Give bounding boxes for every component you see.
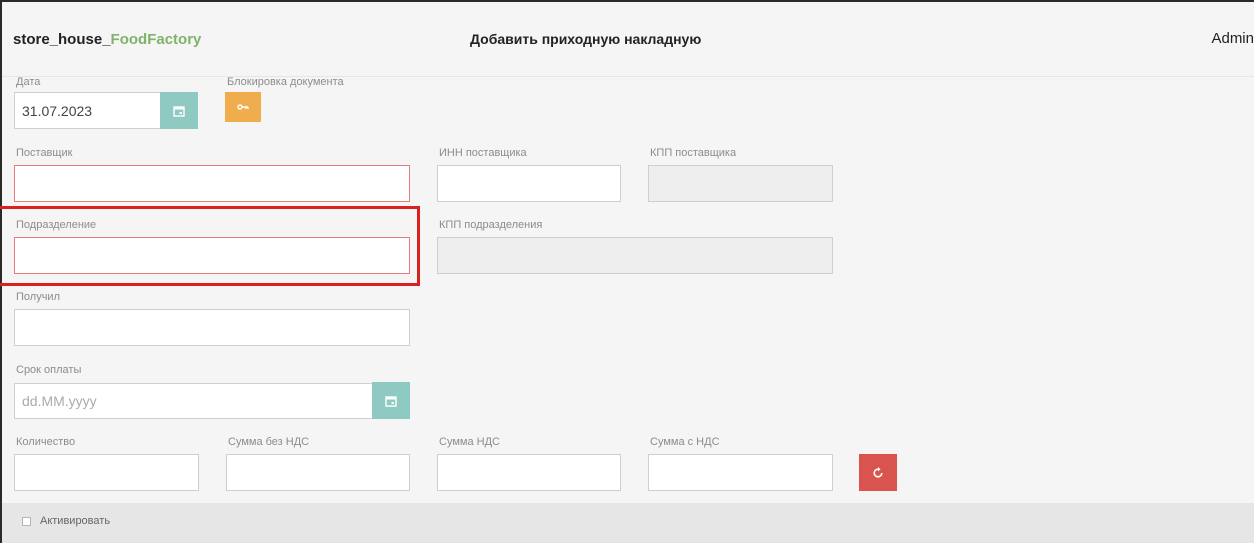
lock-document-button[interactable]	[225, 92, 261, 122]
payment-due-calendar-button[interactable]	[372, 382, 410, 419]
received-by-label: Получил	[16, 291, 60, 303]
brand-logo[interactable]: store_house_FoodFactory	[13, 31, 201, 48]
date-calendar-button[interactable]	[160, 92, 198, 129]
supplier-kpp-input	[648, 165, 833, 202]
sum-with-vat-label: Сумма с НДС	[650, 436, 720, 448]
payment-due-input[interactable]: dd.MM.yyyy	[14, 383, 374, 419]
quantity-label: Количество	[16, 436, 76, 448]
calendar-icon	[385, 395, 397, 407]
sum-with-vat-input[interactable]	[648, 454, 833, 491]
supplier-input[interactable]	[14, 165, 410, 202]
supplier-inn-input[interactable]	[437, 165, 621, 202]
key-icon	[237, 104, 249, 110]
sum-no-vat-label: Сумма без НДС	[228, 436, 310, 448]
user-menu[interactable]: Admin	[1211, 30, 1254, 47]
supplier-kpp-label: КПП поставщика	[650, 147, 737, 159]
supplier-label: Поставщик	[16, 147, 73, 159]
quantity-input[interactable]	[14, 454, 199, 491]
date-label: Дата	[16, 76, 41, 88]
reset-button[interactable]	[859, 454, 897, 491]
division-kpp-label: КПП подразделения	[439, 219, 543, 231]
brand-prefix: store_house_	[13, 31, 111, 48]
received-by-input[interactable]	[14, 309, 410, 346]
vat-sum-input[interactable]	[437, 454, 621, 491]
top-bar: store_house_FoodFactory Добавить приходн…	[2, 2, 1254, 77]
vat-sum-label: Сумма НДС	[439, 436, 500, 448]
sum-no-vat-input[interactable]	[226, 454, 410, 491]
activate-checkbox[interactable]	[22, 517, 31, 526]
activate-label[interactable]: Активировать	[40, 515, 110, 527]
reset-icon	[873, 466, 883, 478]
payment-due-label: Срок оплаты	[16, 364, 82, 376]
supplier-inn-label: ИНН поставщика	[439, 147, 527, 159]
highlight-box	[0, 206, 420, 286]
payment-due-placeholder: dd.MM.yyyy	[22, 393, 97, 409]
activate-bar: Активировать	[2, 503, 1254, 543]
calendar-icon	[173, 105, 185, 117]
date-input[interactable]: 31.07.2023	[14, 92, 162, 129]
division-kpp-input	[437, 237, 833, 274]
page-title: Добавить приходную накладную	[470, 31, 702, 47]
lock-label: Блокировка документа	[227, 76, 344, 88]
brand-highlight: FoodFactory	[110, 31, 202, 48]
